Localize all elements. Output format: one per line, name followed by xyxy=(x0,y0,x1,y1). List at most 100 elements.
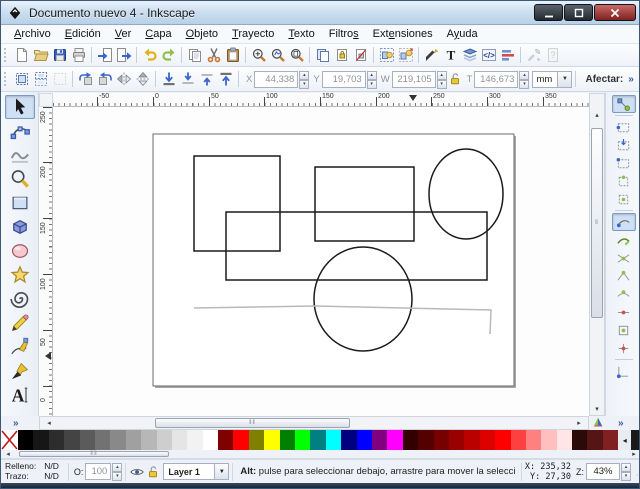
unit-dropdown-icon[interactable]: ▼ xyxy=(558,71,572,88)
tool-node-editor-button[interactable] xyxy=(5,119,35,143)
swatch-35[interactable] xyxy=(557,430,572,450)
snap-object-centers-button[interactable] xyxy=(612,321,636,339)
vertical-scrollbar[interactable]: ▴ ⦀ ▾ xyxy=(589,93,605,416)
scroll-down-icon[interactable]: ▾ xyxy=(590,403,604,415)
tool-ellipse-button[interactable] xyxy=(5,239,35,263)
palette-arrow-icon[interactable]: ◂ xyxy=(618,430,631,450)
spin-down-icon[interactable]: ▾ xyxy=(299,80,309,89)
swatch-31[interactable] xyxy=(495,430,510,450)
swatch-36[interactable] xyxy=(572,430,587,450)
snap-page-border-button[interactable] xyxy=(612,362,636,380)
spin-buttons[interactable]: ▴▾ xyxy=(519,71,529,88)
inkscape-preferences-button[interactable] xyxy=(524,46,543,65)
select-all-in-all-layers-button[interactable] xyxy=(31,70,50,89)
snap-nodes-button[interactable] xyxy=(612,213,636,231)
opacity-spinbox[interactable]: 100 ▴▾ xyxy=(85,463,122,480)
spin-up-icon[interactable]: ▴ xyxy=(437,71,447,80)
flip-vertical-button[interactable] xyxy=(133,70,152,89)
menu-extensiones[interactable]: Extensiones xyxy=(366,26,440,42)
swatch-38[interactable] xyxy=(603,430,618,450)
swatch-24[interactable] xyxy=(387,430,402,450)
snap-bounding-box-button[interactable] xyxy=(612,118,636,136)
snap-path-intersections-button[interactable] xyxy=(612,249,636,267)
spin-up-icon[interactable]: ▴ xyxy=(621,463,631,472)
spin-down-icon[interactable]: ▾ xyxy=(519,80,529,89)
menu-objeto[interactable]: Objeto xyxy=(179,26,225,42)
tool-3d-box-button[interactable] xyxy=(5,215,35,239)
toolbar-grip[interactable] xyxy=(4,48,7,62)
snap-bbox-edges-button[interactable] xyxy=(612,136,636,154)
menu-capa[interactable]: Capa xyxy=(138,26,178,42)
palette-scrollbar[interactable]: ◂ ⦀⦀ ▸ xyxy=(1,450,640,459)
tool-star-button[interactable] xyxy=(5,263,35,287)
swatch-1[interactable] xyxy=(33,430,48,450)
print-document-button[interactable] xyxy=(69,46,88,65)
field-y-spinbox[interactable]: 19,703▴▾ xyxy=(322,71,377,88)
palette-scroll-thumb[interactable]: ⦀⦀ xyxy=(19,451,169,457)
swatch-23[interactable] xyxy=(372,430,387,450)
cut-button[interactable] xyxy=(204,46,223,65)
scroll-left-icon[interactable]: ◂ xyxy=(42,417,56,429)
canvas[interactable] xyxy=(53,107,589,416)
fill-and-stroke-dialog-button[interactable] xyxy=(422,46,441,65)
menu-texto[interactable]: Texto xyxy=(281,26,321,42)
field-t-spinbox[interactable]: 146,673▴▾ xyxy=(474,71,529,88)
spin-buttons[interactable]: ▴▾ xyxy=(299,71,309,88)
snap-bbox-centers-button[interactable] xyxy=(612,190,636,208)
swatch-28[interactable] xyxy=(449,430,464,450)
swatch-21[interactable] xyxy=(341,430,356,450)
swatch-17[interactable] xyxy=(280,430,295,450)
swatch-9[interactable] xyxy=(157,430,172,450)
swatch-27[interactable] xyxy=(434,430,449,450)
snap-rotation-centers-button[interactable] xyxy=(612,339,636,357)
layers-dialog-button[interactable] xyxy=(460,46,479,65)
canvas-viewport[interactable] xyxy=(53,107,589,416)
opacity-value[interactable]: 100 xyxy=(85,463,111,480)
swatch-none[interactable] xyxy=(1,430,18,450)
snap-line-midpoints-button[interactable] xyxy=(612,303,636,321)
spin-buttons[interactable]: ▴▾ xyxy=(621,463,631,480)
vertical-scroll-thumb[interactable]: ⦀ xyxy=(591,128,603,318)
horizontal-scroll-thumb[interactable]: ⦀⦀ xyxy=(155,418,350,428)
swatch-7[interactable] xyxy=(126,430,141,450)
unlink-clone-button[interactable] xyxy=(351,46,370,65)
snapbar-overflow-chevron[interactable]: » xyxy=(618,418,624,429)
layer-dropdown-icon[interactable]: ▼ xyxy=(215,463,229,480)
tool-zoom-button[interactable] xyxy=(5,167,35,191)
spin-buttons[interactable]: ▴▾ xyxy=(367,71,377,88)
paste-button[interactable] xyxy=(223,46,242,65)
zoom-to-drawing-button[interactable] xyxy=(268,46,287,65)
field-w-value[interactable]: 219,105 xyxy=(392,71,436,88)
swatch-5[interactable] xyxy=(95,430,110,450)
swatch-29[interactable] xyxy=(464,430,479,450)
lower-button[interactable] xyxy=(178,70,197,89)
copy-button[interactable] xyxy=(185,46,204,65)
tool-spiral-button[interactable] xyxy=(5,287,35,311)
align-dialog-button[interactable] xyxy=(498,46,517,65)
save-document-button[interactable] xyxy=(50,46,69,65)
zoom-to-page-button[interactable] xyxy=(287,46,306,65)
layer-lock-icon[interactable] xyxy=(145,464,161,480)
menu-filtros[interactable]: Filtros xyxy=(322,26,366,42)
swatch-8[interactable] xyxy=(141,430,156,450)
swatch-30[interactable] xyxy=(480,430,495,450)
select-all-button[interactable] xyxy=(12,70,31,89)
swatch-19[interactable] xyxy=(310,430,325,450)
color-management-icon[interactable] xyxy=(590,415,606,431)
swatch-34[interactable] xyxy=(541,430,556,450)
swatch-11[interactable] xyxy=(187,430,202,450)
new-document-button[interactable] xyxy=(12,46,31,65)
tool-controls-overflow-chevron[interactable]: » xyxy=(623,74,639,85)
close-button[interactable] xyxy=(594,4,636,21)
spin-down-icon[interactable]: ▾ xyxy=(437,80,447,89)
swatch-2[interactable] xyxy=(49,430,64,450)
spin-up-icon[interactable]: ▴ xyxy=(112,463,122,472)
field-x-spinbox[interactable]: 44,338▴▾ xyxy=(254,71,309,88)
swatch-6[interactable] xyxy=(110,430,125,450)
export-button[interactable] xyxy=(114,46,133,65)
layer-selector[interactable]: Layer 1 ▼ xyxy=(163,463,229,480)
lower-to-bottom-button[interactable] xyxy=(159,70,178,89)
raise-button[interactable] xyxy=(197,70,216,89)
swatch-18[interactable] xyxy=(295,430,310,450)
swatch-0[interactable] xyxy=(18,430,33,450)
